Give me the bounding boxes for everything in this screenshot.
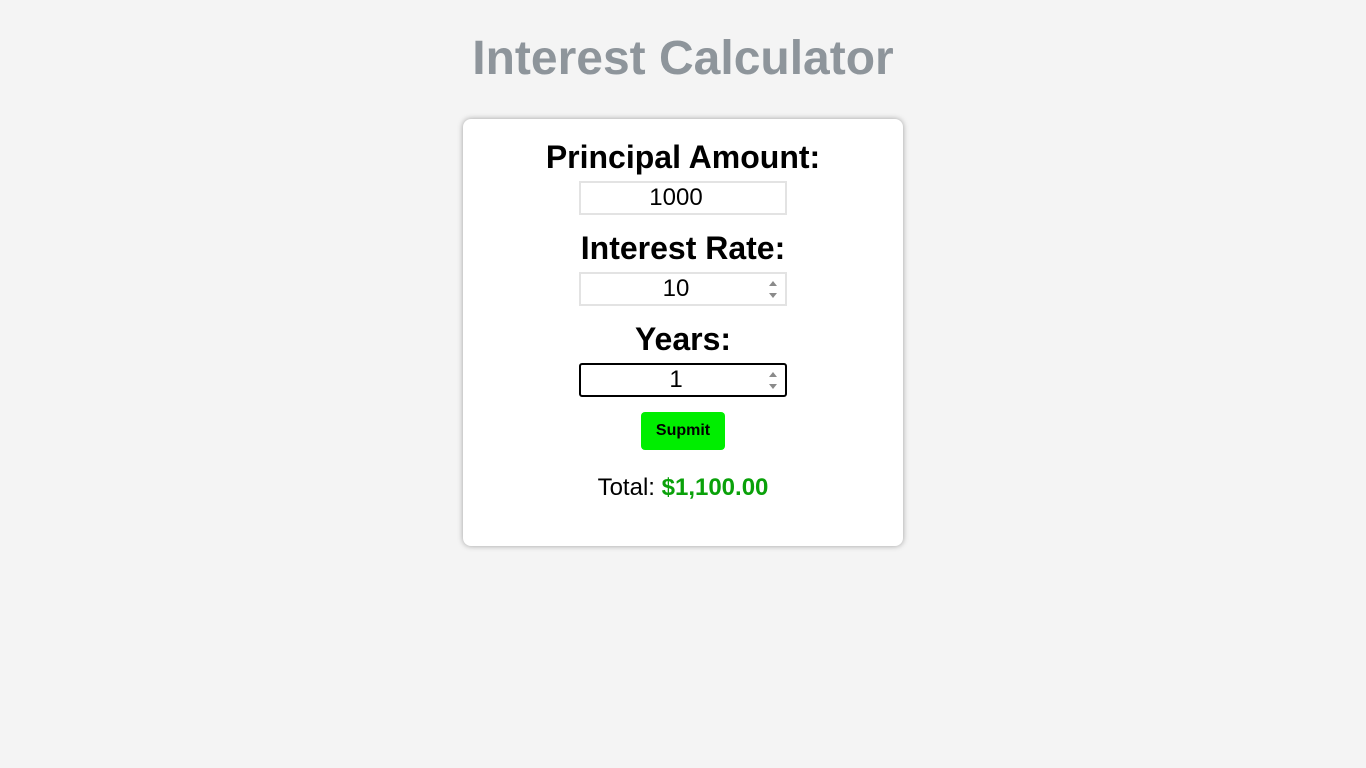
submit-button[interactable]: Supmit: [641, 412, 725, 450]
years-value: 1: [669, 366, 683, 393]
total-value: $1,100.00: [661, 474, 769, 501]
chevron-down-icon[interactable]: [769, 293, 777, 298]
years-input[interactable]: 1: [579, 363, 787, 397]
principal-label: Principal Amount:: [545, 139, 821, 175]
chevron-up-icon[interactable]: [769, 281, 777, 286]
principal-value: 1000: [649, 184, 703, 211]
interest-rate-value: 10: [662, 275, 690, 302]
years-label: Years:: [634, 321, 732, 357]
calculator-card: Principal Amount: 1000 Interest Rate: 10…: [463, 119, 903, 546]
interest-rate-label: Interest Rate:: [580, 230, 786, 266]
page-title: Interest Calculator: [472, 32, 894, 85]
chevron-up-icon[interactable]: [769, 372, 777, 377]
chevron-down-icon[interactable]: [769, 384, 777, 389]
interest-rate-input[interactable]: 10: [579, 272, 787, 306]
years-spinner[interactable]: [769, 370, 779, 392]
interest-rate-spinner[interactable]: [769, 279, 779, 301]
total-row: Total: $1,100.00: [463, 473, 903, 503]
principal-input[interactable]: 1000: [579, 181, 787, 215]
total-label: Total:: [597, 474, 655, 501]
